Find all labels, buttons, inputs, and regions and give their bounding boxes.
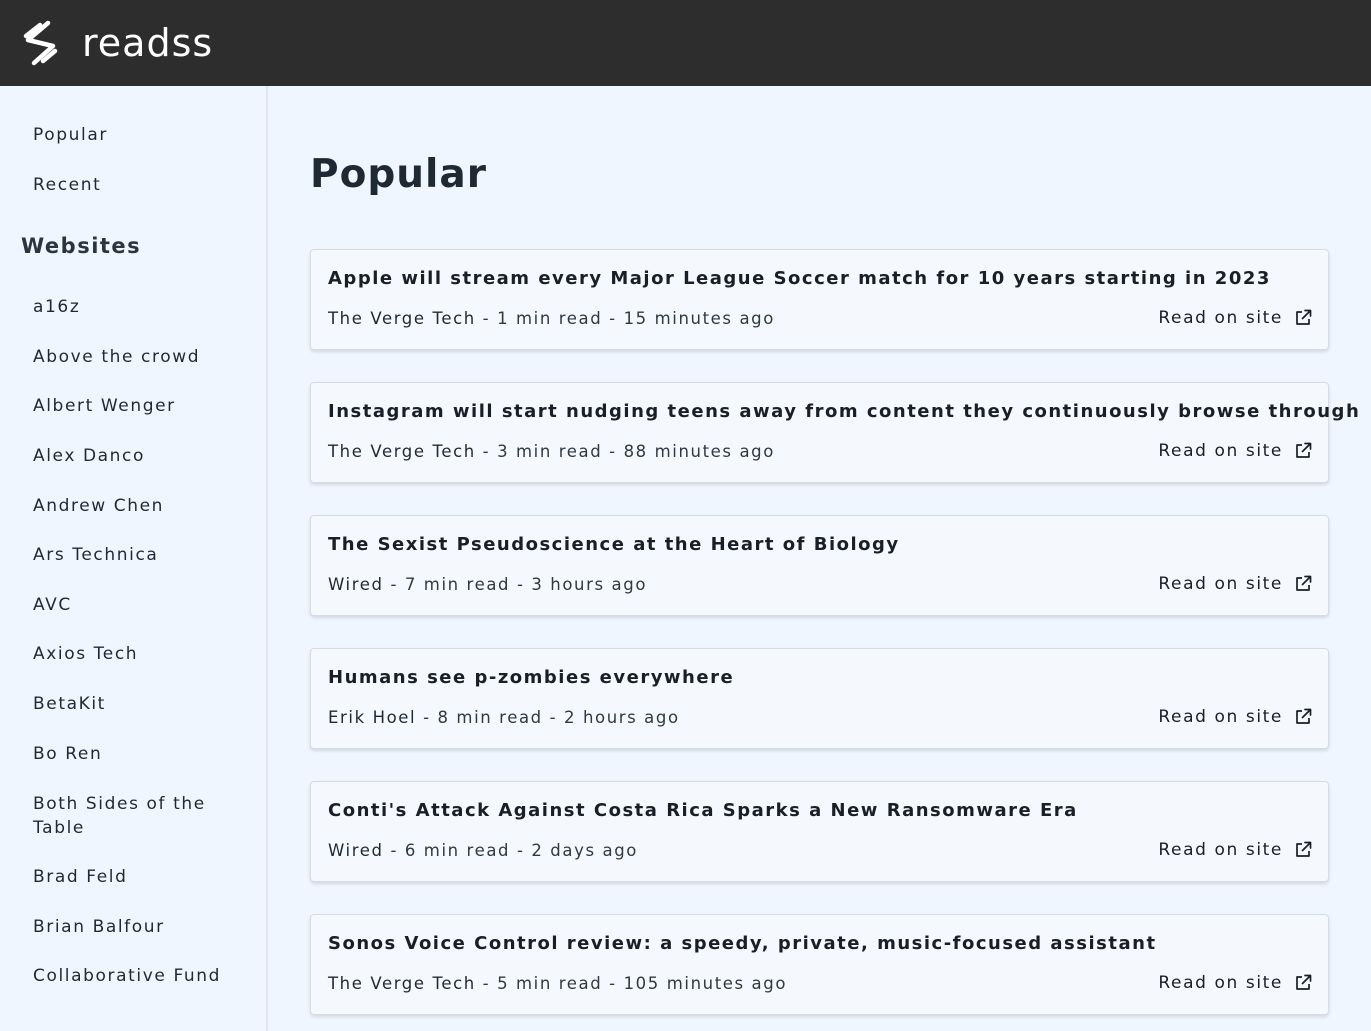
article-title[interactable]: Apple will stream every Major League Soc… bbox=[328, 267, 1271, 291]
article-age: 105 minutes ago bbox=[623, 974, 788, 993]
article-source: The Verge Tech bbox=[328, 442, 476, 461]
article-card: Conti's Attack Against Costa Rica Sparks… bbox=[310, 781, 1329, 882]
sidebar-item-website[interactable]: Albert Wenger bbox=[33, 394, 233, 418]
article-card: The Sexist Pseudoscience at the Heart of… bbox=[310, 515, 1329, 616]
article-age: 3 hours ago bbox=[531, 575, 648, 594]
external-link-icon bbox=[1296, 841, 1312, 857]
meta-separator: - bbox=[602, 442, 624, 461]
external-link-icon bbox=[1296, 442, 1312, 458]
article-read-time: 1 min read bbox=[497, 309, 603, 328]
article-title[interactable]: The Sexist Pseudoscience at the Heart of… bbox=[328, 533, 900, 557]
sidebar-item-website[interactable]: Ars Technica bbox=[33, 543, 233, 567]
article-title[interactable]: Conti's Attack Against Costa Rica Sparks… bbox=[328, 799, 1078, 823]
article-read-time: 8 min read bbox=[437, 708, 543, 727]
article-age: 88 minutes ago bbox=[623, 442, 775, 461]
read-on-site-label: Read on site bbox=[1158, 840, 1283, 860]
meta-separator: - bbox=[475, 442, 498, 461]
meta-separator: - bbox=[475, 974, 498, 993]
read-on-site-link[interactable]: Read on site bbox=[1158, 972, 1312, 994]
article-age: 2 days ago bbox=[531, 841, 638, 860]
sidebar-item-website[interactable]: Brian Balfour bbox=[33, 915, 233, 939]
meta-separator: - bbox=[602, 974, 624, 993]
article-title[interactable]: Humans see p-zombies everywhere bbox=[328, 666, 734, 690]
s-logo-icon[interactable] bbox=[22, 20, 62, 66]
article-meta: The Verge Tech - 3 min read - 88 minutes… bbox=[328, 441, 775, 463]
read-on-site-link[interactable]: Read on site bbox=[1158, 440, 1312, 462]
article-meta: Erik Hoel - 8 min read - 2 hours ago bbox=[328, 707, 680, 729]
external-link-icon bbox=[1296, 708, 1312, 724]
sidebar-item-recent[interactable]: Recent bbox=[33, 173, 233, 197]
article-read-time: 6 min read bbox=[404, 841, 511, 860]
sidebar-item-website[interactable]: Above the crowd bbox=[33, 345, 233, 369]
sidebar: Popular Recent Websites a16z Above the c… bbox=[0, 86, 268, 1031]
read-on-site-label: Read on site bbox=[1158, 707, 1283, 727]
read-on-site-link[interactable]: Read on site bbox=[1158, 839, 1312, 861]
article-source: The Verge Tech bbox=[328, 309, 476, 328]
sidebar-item-website[interactable]: AVC bbox=[33, 593, 233, 617]
sidebar-item-website[interactable]: BetaKit bbox=[33, 692, 233, 716]
article-title[interactable]: Instagram will start nudging teens away … bbox=[328, 400, 1360, 424]
meta-separator: - bbox=[475, 309, 498, 328]
sidebar-item-website[interactable]: Alex Danco bbox=[33, 444, 233, 468]
meta-separator: - bbox=[383, 575, 405, 594]
article-read-time: 3 min read bbox=[497, 442, 603, 461]
sidebar-item-website[interactable]: Brad Feld bbox=[33, 865, 233, 889]
websites-heading: Websites bbox=[21, 234, 142, 258]
article-meta: The Verge Tech - 1 min read - 15 minutes… bbox=[328, 308, 775, 330]
external-link-icon bbox=[1296, 974, 1312, 990]
article-title[interactable]: Sonos Voice Control review: a speedy, pr… bbox=[328, 932, 1157, 956]
read-on-site-label: Read on site bbox=[1158, 574, 1283, 594]
sidebar-item-website[interactable]: Andrew Chen bbox=[33, 494, 233, 518]
meta-separator: - bbox=[542, 708, 564, 727]
article-source: Wired bbox=[328, 575, 384, 594]
article-source: Wired bbox=[328, 841, 384, 860]
meta-separator: - bbox=[510, 841, 532, 860]
article-card: Humans see p-zombies everywhere Erik Hoel… bbox=[310, 648, 1329, 749]
read-on-site-link[interactable]: Read on site bbox=[1158, 706, 1312, 728]
read-on-site-link[interactable]: Read on site bbox=[1158, 307, 1312, 329]
article-meta: Wired - 7 min read - 3 hours ago bbox=[328, 574, 647, 596]
sidebar-item-website[interactable]: Collaborative Fund bbox=[33, 964, 233, 988]
sidebar-item-website[interactable]: Both Sides of the Table bbox=[33, 792, 223, 840]
main-content: Popular Apple will stream every Major Le… bbox=[270, 86, 1371, 1031]
sidebar-item-website[interactable]: a16z bbox=[33, 295, 233, 319]
read-on-site-link[interactable]: Read on site bbox=[1158, 573, 1312, 595]
meta-separator: - bbox=[383, 841, 405, 860]
article-meta: The Verge Tech - 5 min read - 105 minute… bbox=[328, 973, 787, 995]
sidebar-item-website[interactable]: Axios Tech bbox=[33, 642, 233, 666]
external-link-icon bbox=[1296, 309, 1312, 325]
article-source: Erik Hoel bbox=[328, 708, 417, 727]
sidebar-item-popular[interactable]: Popular bbox=[33, 123, 233, 147]
meta-separator: - bbox=[416, 708, 438, 727]
article-read-time: 5 min read bbox=[497, 974, 603, 993]
article-age: 2 hours ago bbox=[564, 708, 680, 727]
meta-separator: - bbox=[602, 309, 624, 328]
article-meta: Wired - 6 min read - 2 days ago bbox=[328, 840, 638, 862]
article-card: Sonos Voice Control review: a speedy, pr… bbox=[310, 914, 1329, 1015]
read-on-site-label: Read on site bbox=[1158, 441, 1283, 461]
article-card: Instagram will start nudging teens away … bbox=[310, 382, 1359, 483]
read-on-site-label: Read on site bbox=[1158, 308, 1283, 328]
app-header: readss bbox=[0, 0, 1371, 86]
article-source: The Verge Tech bbox=[328, 974, 476, 993]
article-age: 15 minutes ago bbox=[623, 309, 775, 328]
meta-separator: - bbox=[510, 575, 532, 594]
read-on-site-label: Read on site bbox=[1158, 973, 1283, 993]
sidebar-item-website[interactable]: Bo Ren bbox=[33, 742, 233, 766]
article-read-time: 7 min read bbox=[404, 575, 511, 594]
external-link-icon bbox=[1296, 575, 1312, 591]
brand-name[interactable]: readss bbox=[82, 24, 213, 62]
article-card: Apple will stream every Major League Soc… bbox=[310, 249, 1329, 350]
page-title: Popular bbox=[310, 152, 487, 197]
